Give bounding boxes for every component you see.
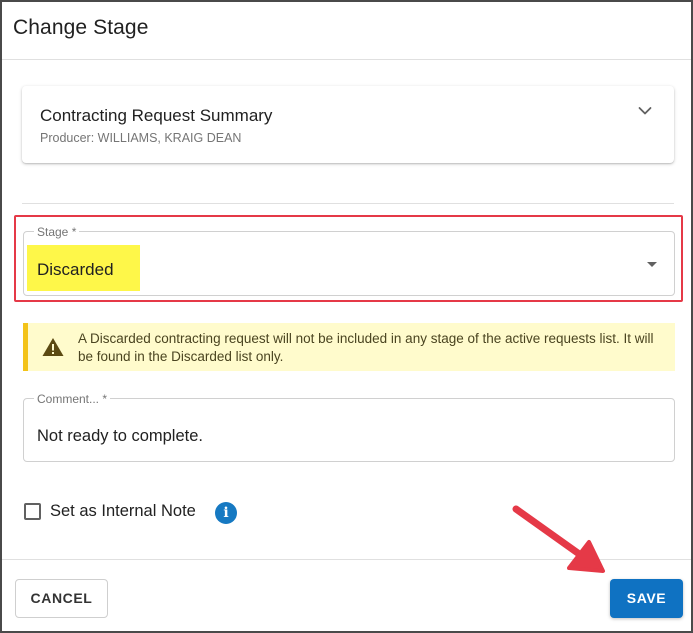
stage-value: Discarded [37, 260, 114, 279]
comment-input[interactable]: Comment... * Not ready to complete. [23, 392, 675, 462]
internal-note-label[interactable]: Set as Internal Note [50, 502, 196, 521]
header-divider [2, 59, 691, 60]
dropdown-arrow-icon[interactable] [647, 262, 657, 267]
warning-icon [42, 338, 64, 356]
info-icon[interactable]: i [215, 502, 237, 524]
save-button[interactable]: SAVE [610, 579, 683, 618]
cancel-button[interactable]: CANCEL [15, 579, 108, 618]
chevron-down-icon[interactable] [638, 106, 652, 116]
stage-select[interactable]: Stage * Discarded [23, 225, 675, 296]
internal-note-checkbox[interactable] [24, 503, 41, 520]
section-divider [22, 203, 674, 204]
summary-title: Contracting Request Summary [40, 106, 273, 125]
discard-warning: A Discarded contracting request will not… [23, 323, 675, 371]
dialog-title: Change Stage [13, 16, 149, 39]
summary-producer: Producer: WILLIAMS, KRAIG DEAN [40, 131, 242, 145]
contracting-request-summary-panel[interactable]: Contracting Request Summary Producer: WI… [22, 86, 674, 163]
footer-divider [2, 559, 691, 560]
stage-label: Stage * [34, 225, 80, 239]
warning-text: A Discarded contracting request will not… [78, 331, 654, 364]
comment-value[interactable]: Not ready to complete. [37, 427, 203, 446]
change-stage-dialog: Change Stage Contracting Request Summary… [0, 0, 693, 633]
comment-label: Comment... * [34, 392, 111, 406]
